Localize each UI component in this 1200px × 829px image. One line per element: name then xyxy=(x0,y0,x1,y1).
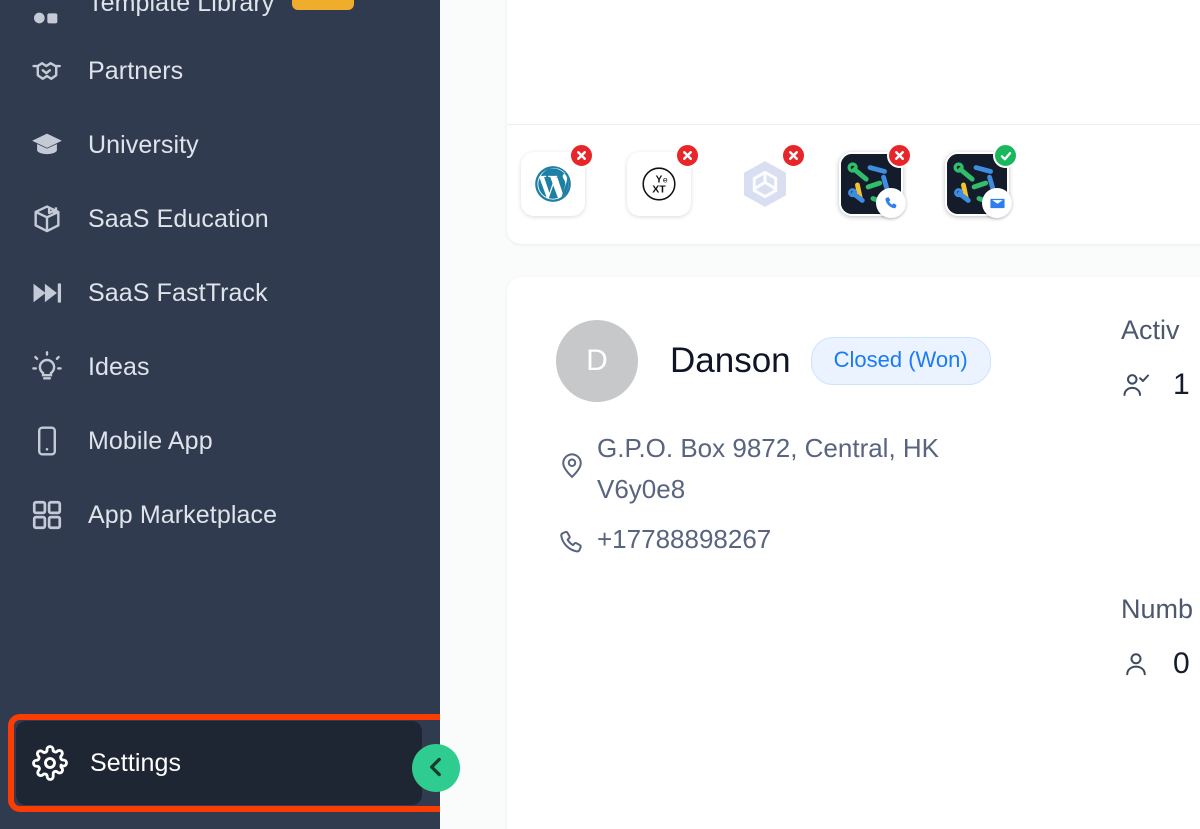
app-root: Template Library Partners University Saa… xyxy=(0,0,1200,829)
sidebar-item-ideas[interactable]: Ideas xyxy=(0,330,440,404)
sidebar-item-partners[interactable]: Partners xyxy=(0,34,440,108)
sidebar: Template Library Partners University Saa… xyxy=(0,0,463,829)
grid-squares-icon xyxy=(30,498,74,532)
contact-address: G.P.O. Box 9872, Central, HK V6y0e8 xyxy=(597,428,997,510)
stat-title: Activ xyxy=(1121,315,1180,345)
address-line-1: G.P.O. Box 9872, Central, HK xyxy=(597,433,940,463)
template-library-icon xyxy=(30,2,74,34)
settings-area: Settings xyxy=(0,707,463,819)
contact-name: Danson xyxy=(670,341,791,380)
contact-card: D Danson Closed (Won) G.P.O. Box 9872, C… xyxy=(507,277,1200,829)
stat-value: 1 xyxy=(1173,368,1190,401)
integration-cube[interactable] xyxy=(733,143,806,216)
box-package-icon xyxy=(30,202,74,236)
phone-handset-icon xyxy=(557,524,597,558)
sidebar-nav-list: Template Library Partners University Saa… xyxy=(0,0,440,829)
sidebar-item-mobile-app[interactable]: Mobile App xyxy=(0,404,440,478)
settings-label: Settings xyxy=(90,748,182,777)
contact-phone-row: +17788898267 xyxy=(507,524,1200,558)
sidebar-item-label: Template Library xyxy=(88,0,275,17)
envelope-icon xyxy=(982,188,1012,218)
sidebar-item-app-marketplace[interactable]: App Marketplace xyxy=(0,478,440,552)
stat-value-row: 0 xyxy=(1121,633,1200,695)
integration-yext[interactable]: Y e XT xyxy=(627,143,700,216)
sidebar-item-saas-education[interactable]: SaaS Education xyxy=(0,182,440,256)
contact-address-row: G.P.O. Box 9872, Central, HK V6y0e8 xyxy=(507,428,1200,510)
sidebar-item-saas-fasttrack[interactable]: SaaS FastTrack xyxy=(0,256,440,330)
stat-value-row: 1 xyxy=(1121,354,1200,416)
status-error-icon xyxy=(781,143,806,168)
address-line-2: V6y0e8 xyxy=(597,474,686,504)
phone-icon xyxy=(876,188,906,218)
integrations-row: Y e XT xyxy=(507,124,1200,244)
avatar: D xyxy=(556,320,638,402)
fast-forward-icon xyxy=(30,276,74,310)
handshake-icon xyxy=(30,54,74,88)
integration-tools-email[interactable] xyxy=(945,143,1018,218)
status-error-icon xyxy=(569,143,594,168)
contact-header: D Danson Closed (Won) xyxy=(507,277,1200,402)
stat-title: Numb xyxy=(1121,594,1194,624)
svg-text:XT: XT xyxy=(652,184,666,196)
chevron-left-icon xyxy=(423,754,449,783)
graduation-cap-icon xyxy=(30,128,74,162)
stat-value: 0 xyxy=(1173,647,1190,680)
integration-wordpress[interactable] xyxy=(521,143,594,216)
sidebar-item-label: SaaS FastTrack xyxy=(88,278,268,307)
main-content: Y e XT D Danson Closed (Won) G.P.O. Box … xyxy=(440,0,1200,829)
status-success-icon xyxy=(993,143,1018,168)
mobile-phone-icon xyxy=(30,424,74,458)
stat-block-number: Numb 0 xyxy=(1121,594,1200,695)
new-badge xyxy=(292,0,354,10)
sidebar-collapse-button[interactable] xyxy=(412,744,460,792)
status-error-icon xyxy=(887,143,912,168)
sidebar-item-university[interactable]: University xyxy=(0,108,440,182)
user-icon xyxy=(1121,649,1161,679)
gear-icon xyxy=(32,745,76,781)
status-error-icon xyxy=(675,143,700,168)
sidebar-item-label: Partners xyxy=(88,56,184,85)
integration-tools-phone[interactable] xyxy=(839,143,912,218)
contact-stats: Activ 1 Numb 0 xyxy=(1121,315,1200,695)
map-pin-icon xyxy=(557,428,597,480)
sidebar-item-label: University xyxy=(88,130,199,159)
sidebar-item-label: App Marketplace xyxy=(88,500,278,529)
integrations-card: Y e XT xyxy=(507,0,1200,244)
sidebar-item-label: Ideas xyxy=(88,352,150,381)
lightbulb-icon xyxy=(30,350,74,384)
sidebar-item-template-library[interactable]: Template Library xyxy=(0,0,440,34)
sidebar-item-label: SaaS Education xyxy=(88,204,269,233)
status-badge[interactable]: Closed (Won) xyxy=(810,337,991,385)
sidebar-item-label: Mobile App xyxy=(88,426,213,455)
contact-phone[interactable]: +17788898267 xyxy=(597,524,771,554)
stat-block-active: Activ 1 xyxy=(1121,315,1200,416)
sidebar-item-settings[interactable]: Settings xyxy=(16,721,422,805)
user-check-icon xyxy=(1121,370,1161,400)
